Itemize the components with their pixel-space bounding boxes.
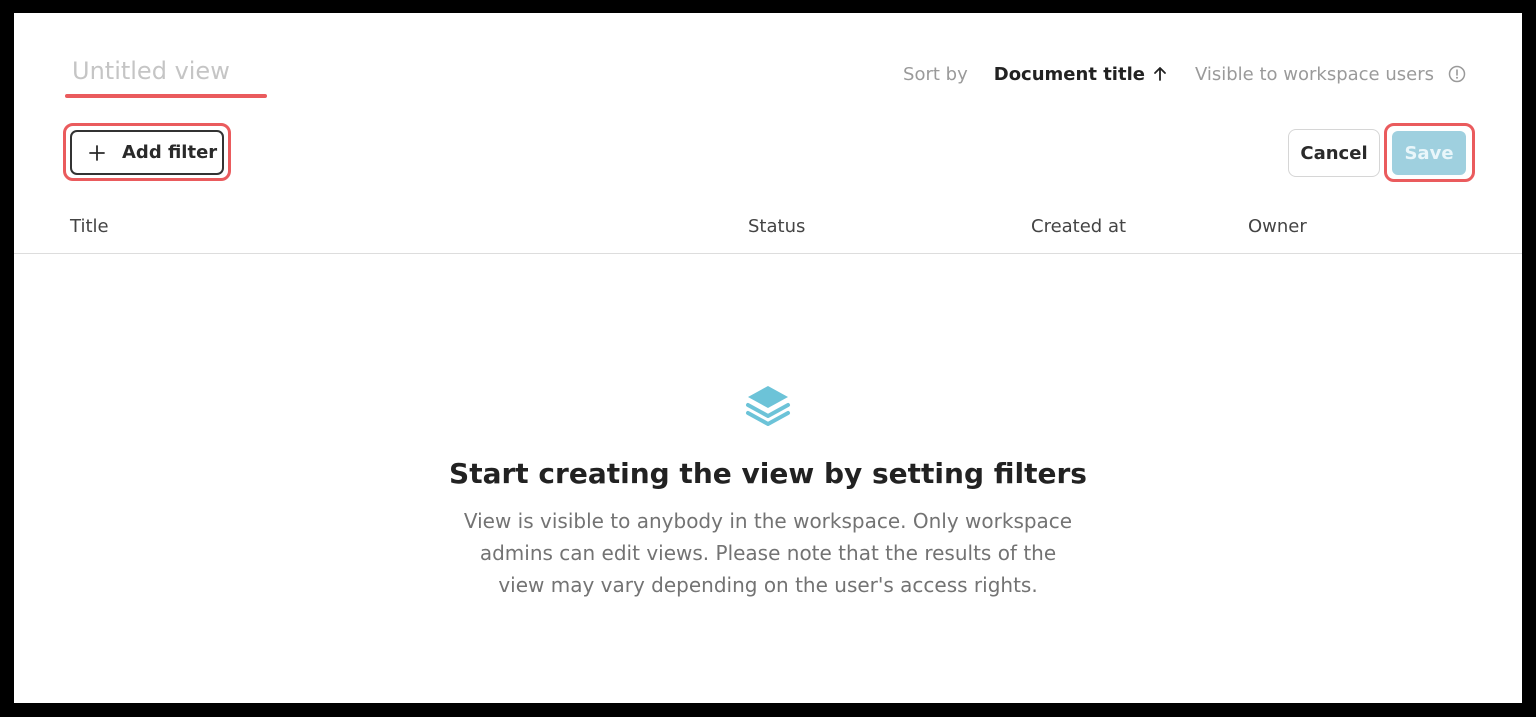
sort-field-button[interactable]: Document title	[994, 64, 1167, 85]
visibility-indicator: Visible to workspace users	[1195, 64, 1466, 85]
info-icon[interactable]	[1448, 65, 1466, 83]
visibility-label: Visible to workspace users	[1194, 63, 1434, 85]
view-options-bar: Sort by Document title Visible to worksp…	[903, 61, 1466, 87]
sort-by-label: Sort by	[903, 63, 968, 85]
add-filter-button[interactable]: Add filter	[70, 130, 224, 175]
arrow-up-icon	[1154, 67, 1166, 81]
view-title-input[interactable]	[65, 49, 272, 93]
view-title-field	[65, 49, 272, 99]
add-filter-label: Add filter	[122, 142, 218, 163]
table-header-divider	[14, 253, 1522, 254]
empty-state-description: View is visible to anybody in the worksp…	[463, 509, 1073, 597]
empty-state-heading: Start creating the view by setting filte…	[449, 457, 1087, 490]
save-button[interactable]: Save	[1392, 131, 1466, 175]
column-header-owner[interactable]: Owner	[1248, 216, 1307, 237]
create-view-panel: Sort by Document title Visible to worksp…	[14, 13, 1522, 703]
cancel-button[interactable]: Cancel	[1288, 129, 1380, 177]
column-header-title[interactable]: Title	[70, 216, 109, 237]
column-header-created-at[interactable]: Created at	[1031, 216, 1126, 237]
plus-icon	[89, 144, 105, 161]
column-header-status[interactable]: Status	[748, 216, 805, 237]
sort-field-label: Document title	[993, 63, 1145, 85]
layers-icon	[746, 386, 790, 426]
title-underline-highlight	[65, 94, 267, 98]
